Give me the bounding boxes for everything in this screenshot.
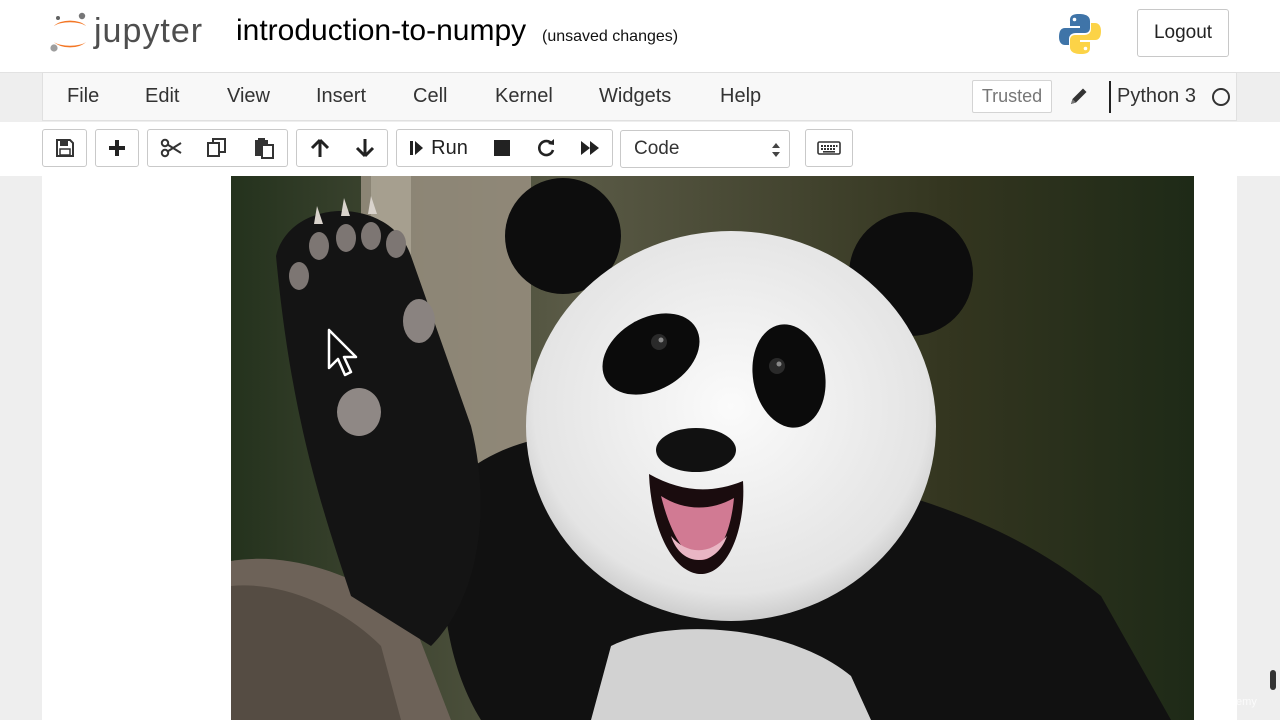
menu-insert[interactable]: Insert [316, 85, 366, 108]
plus-icon [109, 140, 125, 156]
run-label: Run [431, 136, 468, 159]
restart-icon [538, 139, 555, 157]
jupyter-wordmark: jupyter [94, 12, 204, 50]
arrow-down-icon [355, 139, 374, 158]
python-logo-icon [1059, 14, 1101, 54]
menu-kernel[interactable]: Kernel [495, 85, 553, 108]
menu-help[interactable]: Help [720, 85, 761, 108]
header: jupyter introduction-to-numpy (unsaved c… [0, 0, 1280, 73]
save-button[interactable] [42, 129, 87, 167]
panda-photo [231, 176, 1194, 720]
fast-forward-icon [581, 141, 599, 155]
trusted-badge[interactable]: Trusted [972, 80, 1052, 113]
kernel-idle-indicator [1212, 88, 1230, 106]
step-forward-icon [410, 141, 424, 155]
arrow-up-icon [310, 138, 329, 157]
paste-button[interactable] [240, 129, 288, 167]
kernel-divider [1109, 81, 1111, 113]
menu-view[interactable]: View [227, 85, 270, 108]
keyboard-icon [817, 141, 841, 155]
restart-kernel-button[interactable] [524, 129, 569, 167]
restart-run-all-button[interactable] [568, 129, 613, 167]
interrupt-button[interactable] [480, 129, 525, 167]
copy-button[interactable] [193, 129, 241, 167]
pencil-icon[interactable] [1069, 86, 1089, 106]
notebook-name[interactable]: introduction-to-numpy [236, 14, 526, 48]
scissors-icon [160, 138, 182, 158]
stop-icon [494, 140, 510, 156]
menubar: File Edit View Insert Cell Kernel Widget… [42, 72, 1237, 121]
cut-button[interactable] [147, 129, 194, 167]
scrollbar-thumb[interactable] [1270, 670, 1276, 690]
menu-widgets[interactable]: Widgets [599, 85, 671, 108]
run-button[interactable]: Run [396, 129, 481, 167]
copy-icon [206, 138, 226, 157]
menu-cell[interactable]: Cell [413, 85, 447, 108]
panda-output-image [231, 176, 1194, 720]
save-icon [55, 139, 74, 157]
paste-icon [254, 138, 274, 159]
move-down-button[interactable] [342, 129, 388, 167]
menu-file[interactable]: File [67, 85, 99, 108]
udemy-watermark: Udemy [1222, 696, 1257, 708]
mouse-cursor-icon [327, 328, 358, 377]
insert-cell-button[interactable] [95, 129, 139, 167]
cell-type-value: Code [634, 138, 680, 159]
command-palette-button[interactable] [805, 129, 853, 167]
cell-type-select[interactable]: Code [620, 130, 790, 168]
select-arrows-icon [772, 143, 780, 157]
save-status: (unsaved changes) [542, 28, 679, 45]
logout-button[interactable]: Logout [1137, 9, 1229, 57]
menu-edit[interactable]: Edit [145, 85, 179, 108]
kernel-name[interactable]: Python 3 [1117, 85, 1196, 108]
move-up-button[interactable] [296, 129, 343, 167]
